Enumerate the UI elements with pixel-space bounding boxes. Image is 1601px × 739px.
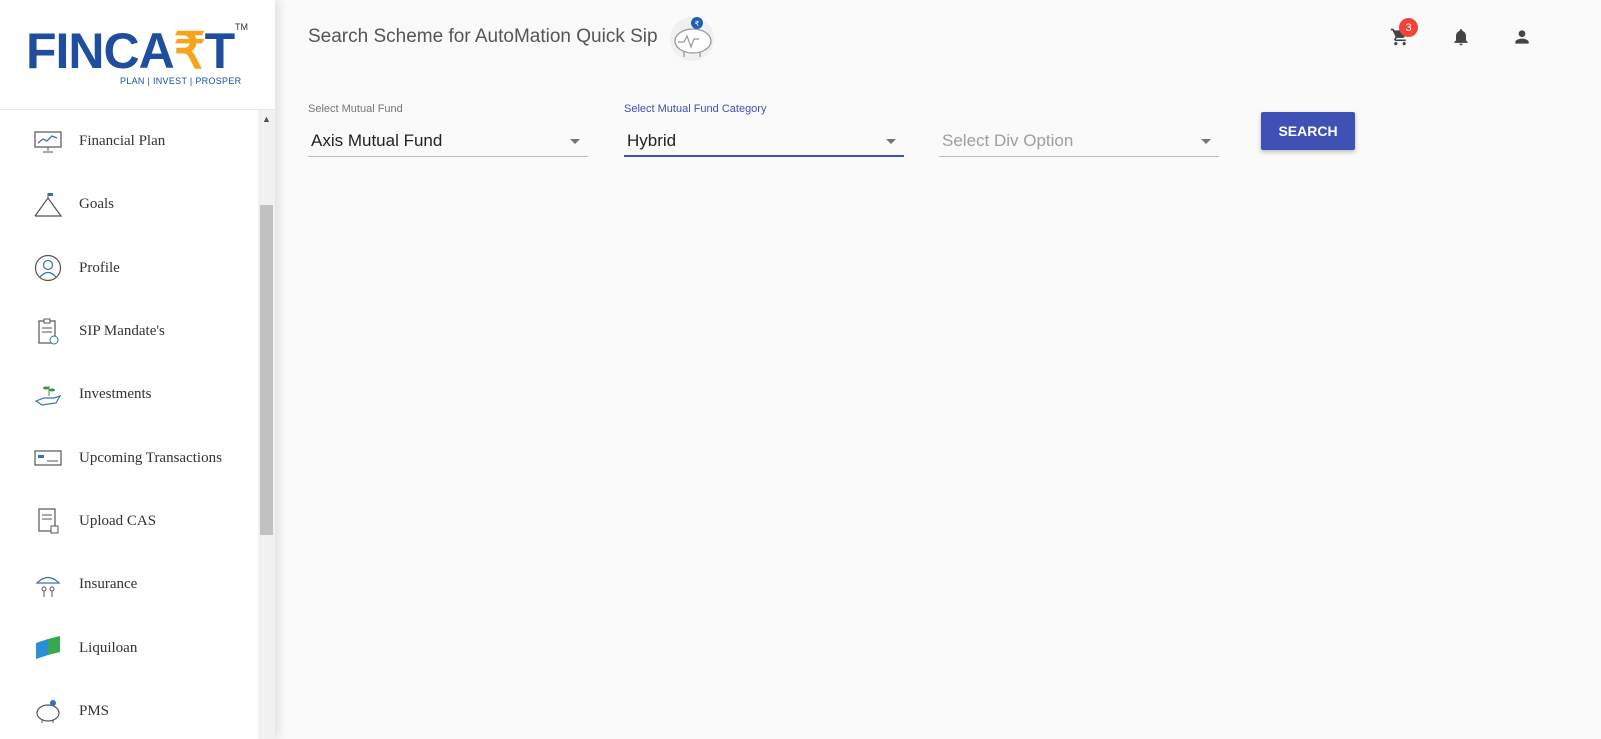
div-option-placeholder[interactable]: Select Div Option <box>939 131 1219 157</box>
sidebar-item-label: Goals <box>79 196 114 213</box>
logo-wordmark: FINCA₹T <box>26 23 235 79</box>
mutual-fund-label: Select Mutual Fund <box>308 103 403 115</box>
mutual-fund-category-value[interactable]: Hybrid <box>624 131 904 157</box>
sidebar-item-profile[interactable]: Profile <box>0 237 258 300</box>
document-upload-icon <box>33 506 63 536</box>
sidebar-scrollbar[interactable]: ▲ <box>258 110 275 739</box>
rupee-icon: ₹ <box>173 23 206 79</box>
hand-plant-icon <box>33 380 63 410</box>
sidebar-item-financial-plan[interactable]: Financial Plan <box>0 110 258 173</box>
chevron-down-icon <box>570 139 580 144</box>
mutual-fund-category-label: Select Mutual Fund Category <box>624 103 767 115</box>
sidebar-item-label: Profile <box>79 259 120 276</box>
search-button[interactable]: SEARCH <box>1261 112 1355 150</box>
liquiloan-icon <box>33 633 63 663</box>
cheque-icon <box>33 443 63 473</box>
scroll-up-arrow-icon[interactable]: ▲ <box>258 110 275 127</box>
mutual-fund-category-select[interactable]: Select Mutual Fund Category Hybrid <box>624 103 904 159</box>
sidebar-item-upload-cas[interactable]: Upload CAS <box>0 490 258 553</box>
sidebar-item-label: SIP Mandate's <box>79 323 165 340</box>
sidebar-item-label: Upload CAS <box>79 512 157 529</box>
sidebar-item-investments[interactable]: Investments <box>0 363 258 426</box>
sidebar-item-label: Insurance <box>79 576 138 593</box>
sidebar-item-label: Investments <box>79 386 152 403</box>
user-circle-icon <box>33 253 63 283</box>
account-icon[interactable] <box>1509 24 1535 50</box>
svg-text:₹: ₹ <box>695 20 700 28</box>
chevron-down-icon <box>1201 139 1211 144</box>
mutual-fund-value[interactable]: Axis Mutual Fund <box>308 131 588 157</box>
cart-count-badge: 3 <box>1399 18 1418 37</box>
sidebar-item-upcoming-transactions[interactable]: Upcoming Transactions <box>0 426 258 489</box>
sidebar-item-liquiloan[interactable]: Liquiloan <box>0 616 258 679</box>
sidebar-item-label: PMS <box>79 702 110 719</box>
mountain-flag-icon <box>33 190 63 220</box>
sidebar: FINCA₹T TM PLAN | INVEST | PROSPER Finan… <box>0 0 275 739</box>
sidebar-item-pms[interactable]: PMS <box>0 680 258 739</box>
logo[interactable]: FINCA₹T TM PLAN | INVEST | PROSPER <box>0 0 275 110</box>
bell-icon[interactable] <box>1448 24 1474 50</box>
sidebar-item-insurance[interactable]: Insurance <box>0 553 258 616</box>
sidebar-nav: Financial Plan Goals Profile SIP Mandate… <box>0 110 258 739</box>
sidebar-item-label: Upcoming Transactions <box>79 449 222 466</box>
mutual-fund-select[interactable]: Select Mutual Fund Axis Mutual Fund <box>308 103 588 159</box>
sidebar-item-label: Financial Plan <box>79 133 166 150</box>
trademark: TM <box>235 22 248 32</box>
chevron-down-icon <box>886 139 896 144</box>
div-option-select[interactable]: Select Div Option <box>939 103 1219 159</box>
umbrella-family-icon <box>33 570 63 600</box>
logo-tagline: PLAN | INVEST | PROSPER <box>120 76 242 86</box>
scrollbar-thumb[interactable] <box>260 205 273 535</box>
piggy-bank-icon: ₹ <box>666 14 718 62</box>
sidebar-item-goals[interactable]: Goals <box>0 173 258 236</box>
sidebar-item-label: Liquiloan <box>79 639 138 656</box>
page-title: Search Scheme for AutoMation Quick Sip <box>308 26 658 47</box>
chart-monitor-icon <box>33 127 63 157</box>
piggy-bank-icon <box>33 696 63 726</box>
clipboard-check-icon <box>33 317 63 347</box>
sidebar-item-sip-mandates[interactable]: SIP Mandate's <box>0 300 258 363</box>
